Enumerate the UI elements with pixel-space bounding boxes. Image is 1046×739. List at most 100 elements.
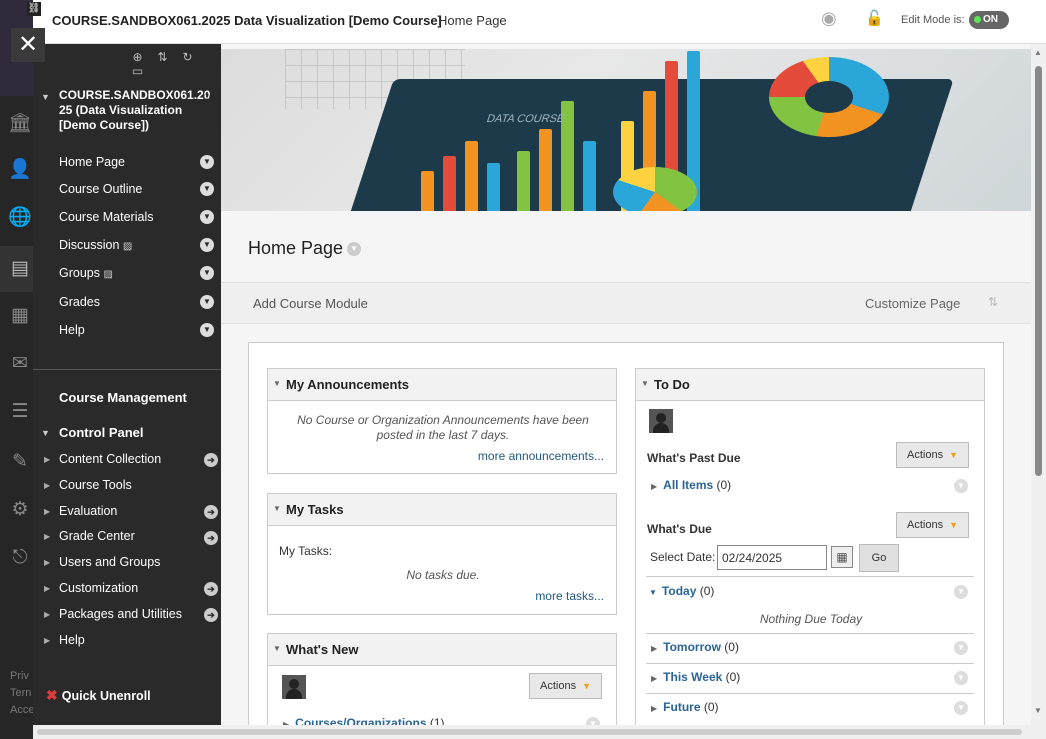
grades-icon[interactable]: ☰ [8, 400, 32, 424]
expand-arrow-icon[interactable]: ▶ [44, 636, 50, 645]
scrollbar-thumb[interactable] [37, 729, 1022, 735]
module-header[interactable]: ▼ My Announcements [268, 369, 616, 401]
expand-arrow-icon[interactable]: ▶ [44, 532, 50, 541]
module-header[interactable]: ▼ My Tasks [268, 494, 616, 526]
chevron-down-icon[interactable]: ▼ [200, 210, 214, 224]
horizontal-scrollbar[interactable] [33, 725, 1046, 739]
menu-item-course-materials[interactable]: Course Materials [59, 210, 153, 224]
whats-new-item[interactable]: ▶ Courses/Organizations (1) [283, 716, 445, 725]
chevron-down-icon[interactable]: ▼ [200, 323, 214, 337]
reorder-icon[interactable]: ⇅ [150, 50, 175, 64]
cp-evaluation[interactable]: Evaluation [59, 504, 117, 518]
expand-arrow-icon[interactable]: ▶ [44, 610, 50, 619]
cp-help[interactable]: Help [59, 633, 85, 647]
expand-arrow-icon[interactable]: ▶ [44, 584, 50, 593]
folder-view-icon[interactable]: ▭ [125, 64, 150, 78]
go-button[interactable]: Go [859, 544, 899, 572]
chevron-down-icon[interactable]: ▼ [200, 266, 214, 280]
go-arrow-icon[interactable]: ➔ [204, 531, 218, 545]
tools-icon[interactable]: ⚙ [8, 498, 32, 522]
chevron-down-icon[interactable]: ▼ [954, 641, 968, 655]
profile-icon[interactable]: 👤 [8, 158, 32, 182]
add-course-module-button[interactable]: Add Course Module [253, 296, 368, 311]
chevron-down-icon[interactable]: ▼ [954, 671, 968, 685]
cp-users-and-groups[interactable]: Users and Groups [59, 555, 160, 569]
chevron-down-icon[interactable]: ▼ [954, 701, 968, 715]
refresh-icon[interactable]: ↻ [175, 50, 200, 64]
menu-item-discussion[interactable]: Discussion ▨ [59, 238, 132, 252]
all-items-row[interactable]: ▶ All Items (0) [651, 478, 731, 492]
quick-unenroll-button[interactable]: ✖ Quick Unenroll [46, 687, 151, 704]
cp-grade-center[interactable]: Grade Center [59, 529, 135, 543]
collapse-triangle-icon[interactable]: ▼ [273, 644, 281, 653]
courses-icon[interactable]: ▤ [8, 257, 32, 281]
cp-customization[interactable]: Customization [59, 581, 138, 595]
actions-button[interactable]: Actions ▼ [529, 673, 602, 699]
this-week-row[interactable]: ▶ This Week (0) [651, 670, 740, 684]
due-actions-button[interactable]: Actions ▼ [896, 512, 969, 538]
cp-content-collection[interactable]: Content Collection [59, 452, 161, 466]
control-panel-caret[interactable]: ▼ [41, 428, 50, 438]
page-title[interactable]: Home Page ▼ [248, 238, 362, 259]
link-icon[interactable]: ⛓ [27, 2, 41, 16]
reorder-icon[interactable]: ⇅ [988, 295, 998, 309]
calendar-icon[interactable]: ▦ [8, 304, 32, 328]
chevron-down-icon[interactable]: ▼ [200, 182, 214, 196]
customize-page-button[interactable]: Customize Page [865, 296, 960, 311]
close-menu-button[interactable]: ✕ [11, 28, 45, 62]
menu-item-help[interactable]: Help [59, 323, 85, 337]
institution-icon[interactable]: 🏛 [8, 112, 32, 136]
menu-item-course-outline[interactable]: Course Outline [59, 182, 142, 196]
expand-arrow-icon[interactable]: ▶ [44, 481, 50, 490]
cp-course-tools[interactable]: Course Tools [59, 478, 132, 492]
collapse-triangle-icon[interactable]: ▼ [273, 504, 281, 513]
globe-icon[interactable]: 🌐 [8, 206, 32, 230]
more-announcements-link[interactable]: more announcements... [478, 449, 604, 463]
vertical-scrollbar[interactable]: ▲ ▼ [1031, 44, 1046, 725]
edit-icon[interactable]: ✎ [8, 450, 32, 474]
chevron-down-icon[interactable]: ▼ [347, 242, 362, 257]
date-input[interactable]: 02/24/2025 [717, 545, 827, 570]
edit-mode-toggle[interactable]: ON [969, 11, 1009, 29]
module-header[interactable]: ▼ What's New [268, 634, 616, 666]
expand-arrow-icon[interactable]: ▶ [44, 558, 50, 567]
more-tasks-link[interactable]: more tasks... [535, 589, 604, 603]
cp-packages-and-utilities[interactable]: Packages and Utilities [59, 607, 182, 621]
module-header[interactable]: ▼ To Do [636, 369, 984, 401]
course-collapse-caret[interactable]: ▼ [41, 92, 50, 102]
messages-icon[interactable]: ✉ [8, 352, 32, 376]
tomorrow-row[interactable]: ▶ Tomorrow (0) [651, 640, 739, 654]
chevron-down-icon[interactable]: ▼ [200, 238, 214, 252]
course-menu-title[interactable]: COURSE.SANDBOX061.20 25 (Data Visualizat… [59, 88, 210, 133]
lock-icon[interactable]: 🔓 [865, 9, 884, 31]
chevron-down-icon[interactable]: ▼ [200, 295, 214, 309]
privacy-link[interactable]: Priv [10, 670, 29, 682]
menu-item-home-page[interactable]: Home Page [59, 155, 125, 169]
collapse-triangle-icon[interactable]: ▼ [273, 379, 281, 388]
go-arrow-icon[interactable]: ➔ [204, 608, 218, 622]
go-arrow-icon[interactable]: ➔ [204, 582, 218, 596]
accessibility-link[interactable]: Acce [10, 704, 34, 716]
add-menu-item-icon[interactable]: ⊕ [125, 50, 150, 64]
chevron-down-icon[interactable]: ▼ [586, 717, 600, 725]
chevron-down-icon[interactable]: ▼ [200, 155, 214, 169]
scroll-down-icon[interactable]: ▼ [1034, 706, 1042, 715]
control-panel-title[interactable]: Control Panel [59, 425, 144, 440]
go-arrow-icon[interactable]: ➔ [204, 505, 218, 519]
chevron-down-icon[interactable]: ▼ [954, 585, 968, 599]
menu-item-groups[interactable]: Groups ▨ [59, 266, 113, 280]
calendar-icon[interactable]: ▦ [831, 546, 853, 568]
go-arrow-icon[interactable]: ➔ [204, 453, 218, 467]
future-row[interactable]: ▶ Future (0) [651, 700, 719, 714]
past-due-actions-button[interactable]: Actions ▼ [896, 442, 969, 468]
terms-link[interactable]: Tern [10, 687, 31, 699]
expand-arrow-icon[interactable]: ▶ [44, 507, 50, 516]
sign-out-icon[interactable]: ⎋ [8, 546, 32, 570]
course-home-icon[interactable]: ⌂ [203, 88, 210, 102]
today-row[interactable]: ▼ Today (0) [649, 584, 714, 598]
scroll-up-icon[interactable]: ▲ [1034, 48, 1042, 57]
menu-item-grades[interactable]: Grades [59, 295, 100, 309]
student-preview-icon[interactable]: ◉ [821, 8, 845, 30]
expand-arrow-icon[interactable]: ▶ [44, 455, 50, 464]
scrollbar-thumb[interactable] [1035, 66, 1042, 476]
